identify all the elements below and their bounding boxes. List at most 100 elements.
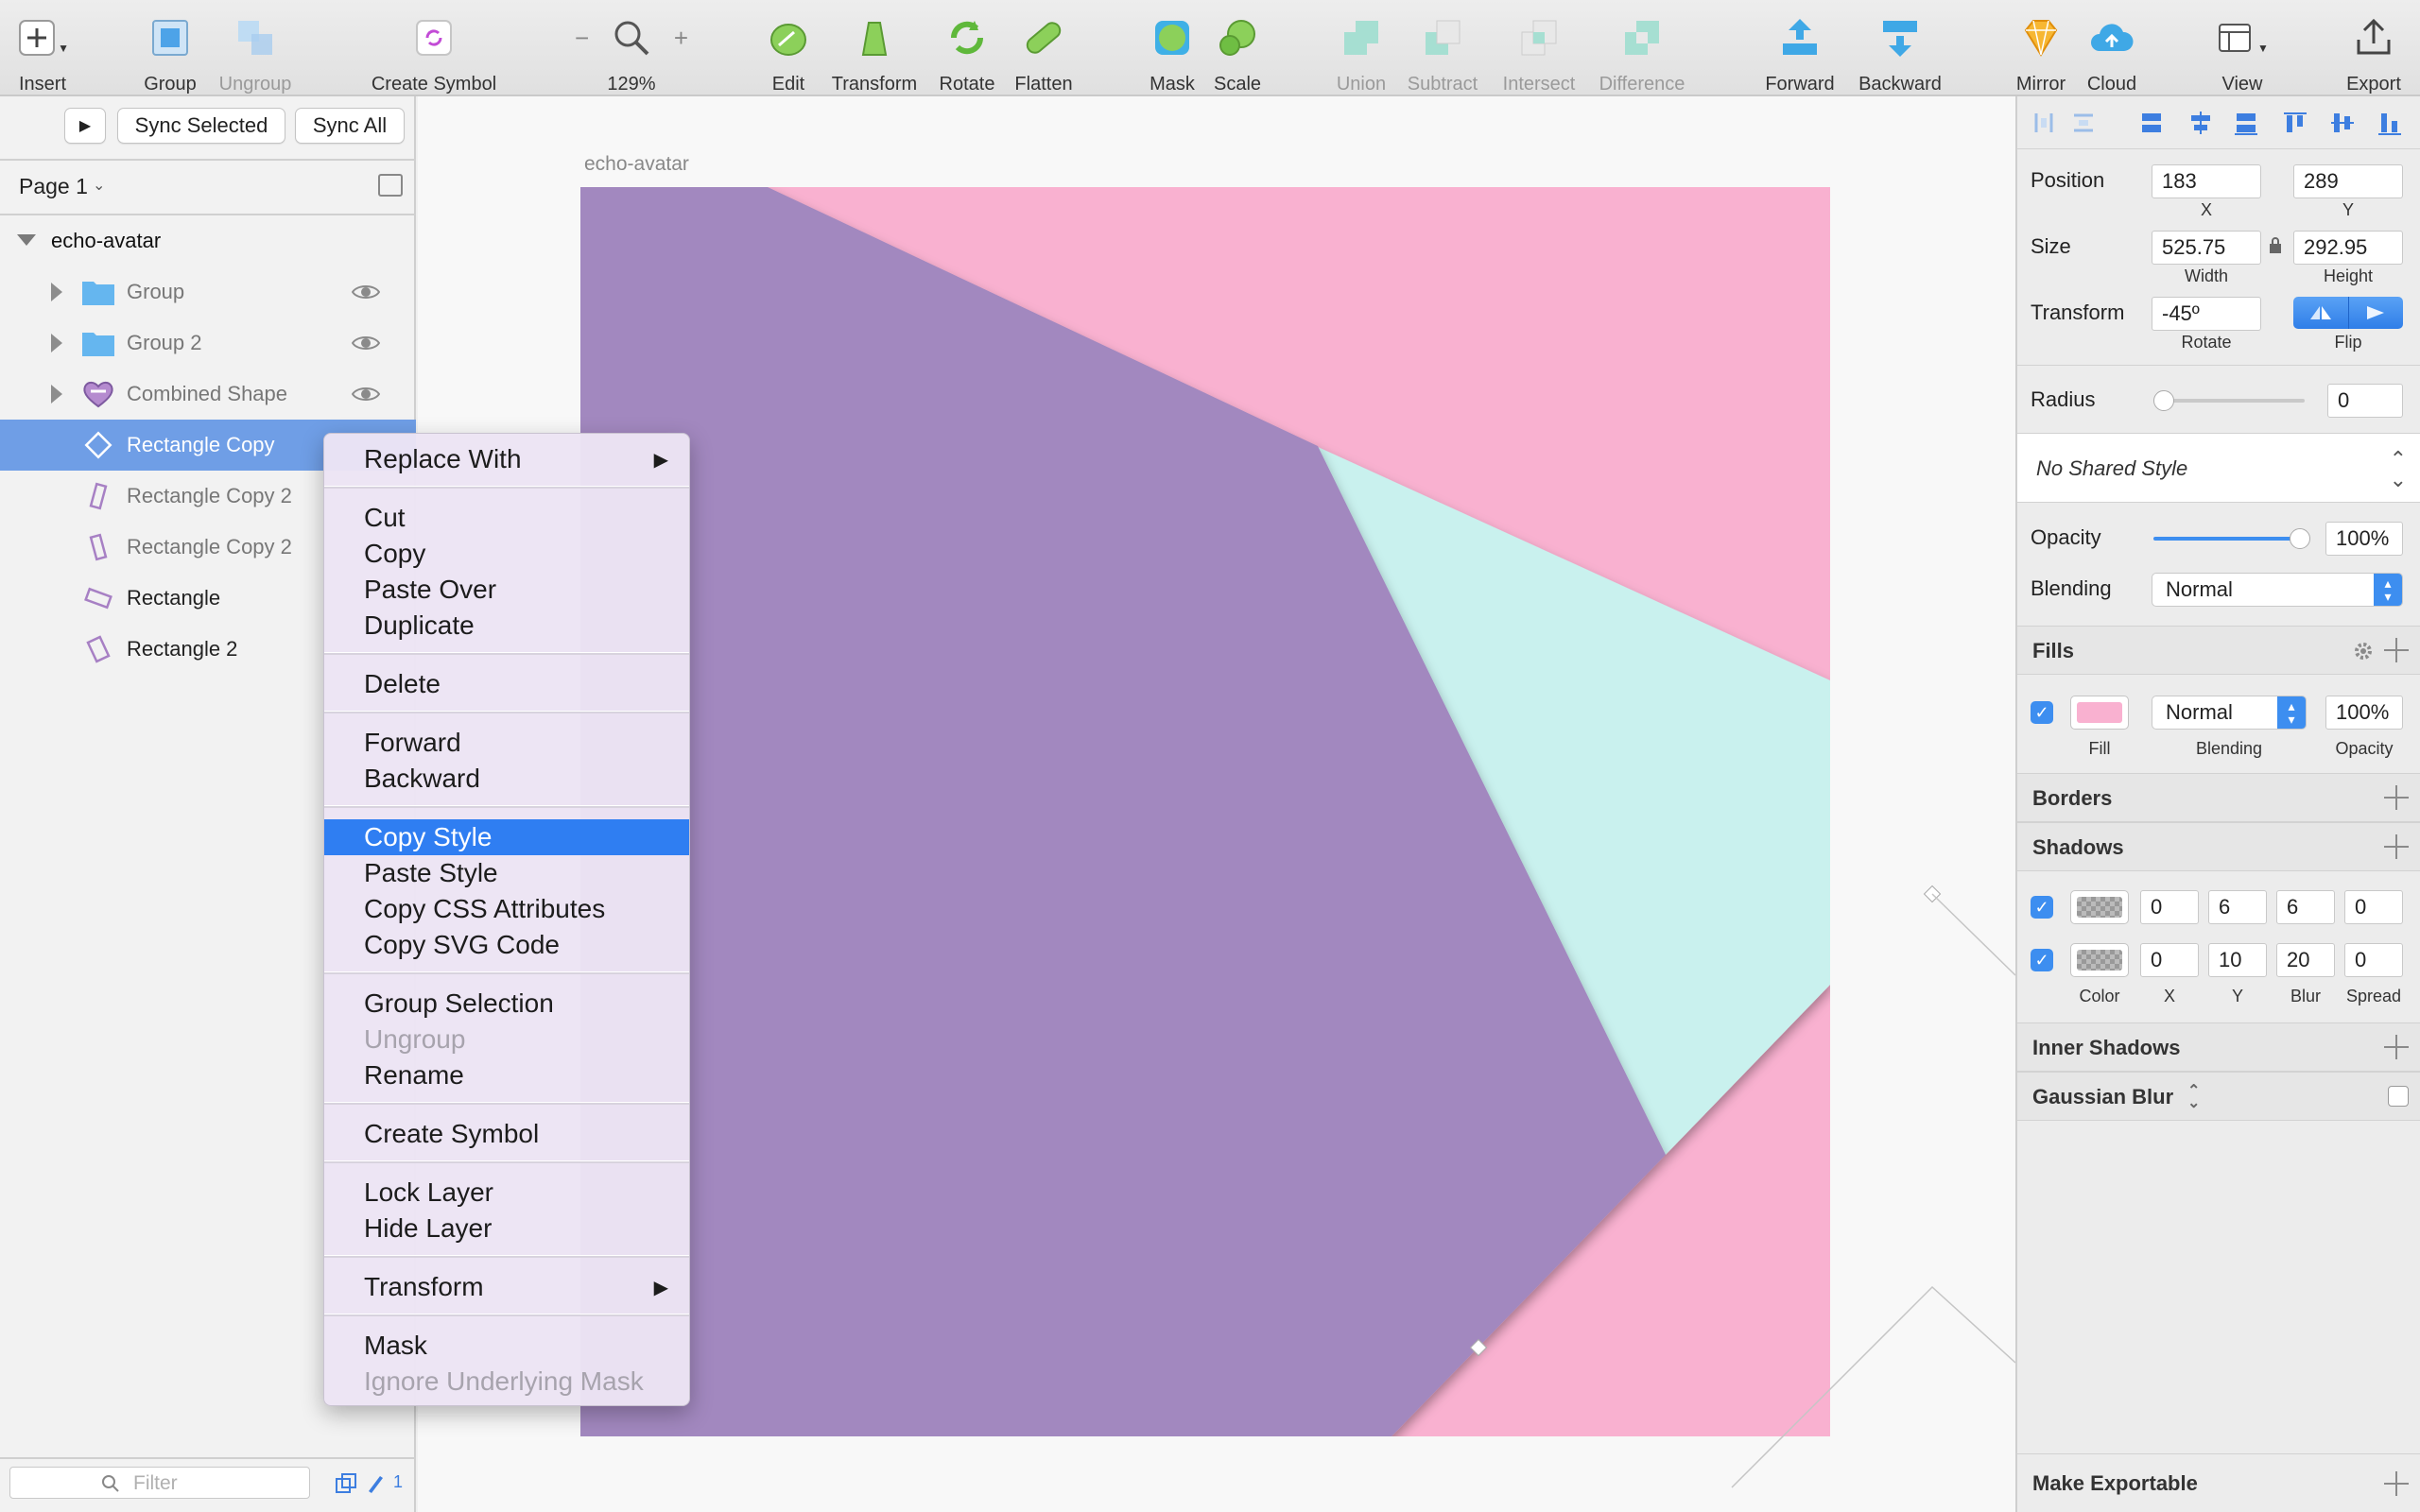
shared-style-select[interactable]: No Shared Style ⌃ ⌄ <box>2017 434 2420 502</box>
align-bottom-icon[interactable] <box>2233 110 2259 136</box>
fill-opacity-field[interactable]: 100% <box>2325 696 2403 730</box>
align-right-icon[interactable] <box>2377 110 2403 136</box>
mask-button[interactable]: Mask <box>1146 0 1199 96</box>
shadow-1-blur-field[interactable]: 6 <box>2276 890 2335 924</box>
shadow-1-spread-field[interactable]: 0 <box>2344 890 2403 924</box>
disclosure-icon[interactable] <box>51 334 62 352</box>
menu-item-create-symbol[interactable]: Create Symbol <box>324 1116 689 1152</box>
scale-button[interactable]: Scale <box>1210 0 1265 96</box>
flatten-button[interactable]: Flatten <box>1010 0 1078 96</box>
menu-item-copy-style[interactable]: Copy Style <box>324 819 689 855</box>
menu-item-rename[interactable]: Rename <box>324 1057 689 1093</box>
distribute-vertical-icon[interactable] <box>2070 110 2097 136</box>
radius-slider[interactable] <box>2153 390 2305 411</box>
rotate-button[interactable]: Rotate <box>934 0 1000 96</box>
fill-blending-select[interactable]: Normal ▴ ▾ <box>2152 696 2307 730</box>
stepper-icon[interactable]: ⌃ ⌄ <box>2187 1084 2200 1111</box>
shadow-2-spread-field[interactable]: 0 <box>2344 943 2403 977</box>
align-center-icon[interactable] <box>2329 110 2356 136</box>
pencil-icon[interactable] <box>365 1472 384 1495</box>
menu-item-forward[interactable]: Forward <box>324 725 689 761</box>
menu-item-group-selection[interactable]: Group Selection <box>324 986 689 1022</box>
width-field[interactable]: 525.75 <box>2152 231 2261 265</box>
opacity-slider[interactable] <box>2153 528 2310 549</box>
distribute-horizontal-icon[interactable] <box>2031 110 2057 136</box>
difference-button[interactable]: Difference <box>1592 0 1692 96</box>
height-field[interactable]: 292.95 <box>2293 231 2403 265</box>
filter-input[interactable]: Filter <box>9 1467 310 1499</box>
menu-item-delete[interactable]: Delete <box>324 666 689 702</box>
lock-icon[interactable] <box>2269 236 2282 255</box>
view-button[interactable]: ▼ View <box>2212 0 2273 96</box>
layer-group[interactable]: Group <box>0 266 416 318</box>
ungroup-button[interactable]: Ungroup <box>216 0 295 96</box>
shadow-2-checkbox[interactable]: ✓ <box>2031 949 2053 971</box>
opacity-field[interactable]: 100% <box>2325 522 2403 556</box>
flip-horizontal-button[interactable] <box>2293 297 2349 329</box>
intersect-button[interactable]: Intersect <box>1495 0 1582 96</box>
menu-item-backward[interactable]: Backward <box>324 761 689 797</box>
flip-vertical-button[interactable] <box>2349 297 2404 329</box>
add-shadow-icon[interactable] <box>2384 834 2409 859</box>
zoom-out-icon[interactable]: − <box>575 24 589 53</box>
group-button[interactable]: Group <box>140 0 200 96</box>
eye-icon[interactable] <box>352 335 380 352</box>
fill-color-swatch[interactable] <box>2070 696 2129 730</box>
menu-item-paste-over[interactable]: Paste Over <box>324 572 689 608</box>
add-border-icon[interactable] <box>2384 785 2409 810</box>
disclosure-icon[interactable] <box>51 385 62 404</box>
menu-item-duplicate[interactable]: Duplicate <box>324 608 689 644</box>
x-field[interactable]: 183 <box>2152 164 2261 198</box>
fill-checkbox[interactable]: ✓ <box>2031 701 2053 724</box>
align-left-icon[interactable] <box>2282 110 2308 136</box>
radius-field[interactable]: 0 <box>2327 384 2403 418</box>
shadow-1-x-field[interactable]: 0 <box>2140 890 2199 924</box>
edit-button[interactable]: Edit <box>762 0 815 96</box>
page-selector[interactable]: Page 1 ⌄ <box>0 161 416 214</box>
radius-slider-knob[interactable] <box>2153 390 2174 411</box>
menu-item-transform[interactable]: Transform ▶ <box>324 1269 689 1305</box>
backward-button[interactable]: Backward <box>1853 0 1947 96</box>
disclosure-icon[interactable] <box>51 283 62 301</box>
artboard-row[interactable]: echo-avatar <box>0 215 416 266</box>
y-field[interactable]: 289 <box>2293 164 2403 198</box>
subtract-button[interactable]: Subtract <box>1399 0 1486 96</box>
gaussian-blur-title[interactable]: Gaussian Blur <box>2032 1085 2173 1109</box>
cloud-button[interactable]: Cloud <box>2083 0 2140 96</box>
menu-item-mask[interactable]: Mask <box>324 1328 689 1364</box>
menu-item-copy-svg-code[interactable]: Copy SVG Code <box>324 927 689 963</box>
shadow-2-x-field[interactable]: 0 <box>2140 943 2199 977</box>
add-fill-icon[interactable] <box>2384 638 2409 662</box>
layer-group-2[interactable]: Group 2 <box>0 318 416 369</box>
forward-button[interactable]: Forward <box>1760 0 1840 96</box>
shadow-2-blur-field[interactable]: 20 <box>2276 943 2335 977</box>
create-symbol-button[interactable]: Create Symbol <box>363 0 505 96</box>
menu-item-lock-layer[interactable]: Lock Layer <box>324 1175 689 1211</box>
zoom-control[interactable]: − + 129% <box>575 0 688 96</box>
transform-button[interactable]: Transform <box>822 0 926 96</box>
eye-icon[interactable] <box>352 284 380 301</box>
insert-button[interactable]: ▼ Insert <box>8 0 78 96</box>
zoom-in-icon[interactable]: + <box>674 24 688 53</box>
shadow-1-y-field[interactable]: 6 <box>2208 890 2267 924</box>
mirror-button[interactable]: Mirror <box>2012 0 2070 96</box>
opacity-slider-knob[interactable] <box>2290 528 2310 549</box>
align-top-icon[interactable] <box>2138 110 2165 136</box>
blending-select[interactable]: Normal ▴ ▾ <box>2152 573 2403 607</box>
menu-item-copy-css-attributes[interactable]: Copy CSS Attributes <box>324 891 689 927</box>
align-middle-icon[interactable] <box>2187 110 2214 136</box>
shadow-2-color-swatch[interactable] <box>2070 943 2129 977</box>
gaussian-blur-checkbox[interactable] <box>2388 1086 2409 1107</box>
shadow-1-checkbox[interactable]: ✓ <box>2031 896 2053 919</box>
sync-all-button[interactable]: Sync All <box>295 108 405 144</box>
shadow-1-color-swatch[interactable] <box>2070 890 2129 924</box>
add-export-icon[interactable] <box>2384 1471 2409 1496</box>
export-button[interactable]: Export <box>2342 0 2405 96</box>
menu-item-paste-style[interactable]: Paste Style <box>324 855 689 891</box>
union-button[interactable]: Union <box>1333 0 1390 96</box>
disclosure-open-icon[interactable] <box>17 234 36 246</box>
rotate-field[interactable]: -45º <box>2152 297 2261 331</box>
menu-item-copy[interactable]: Copy <box>324 536 689 572</box>
menu-item-hide-layer[interactable]: Hide Layer <box>324 1211 689 1246</box>
menu-item-cut[interactable]: Cut <box>324 500 689 536</box>
